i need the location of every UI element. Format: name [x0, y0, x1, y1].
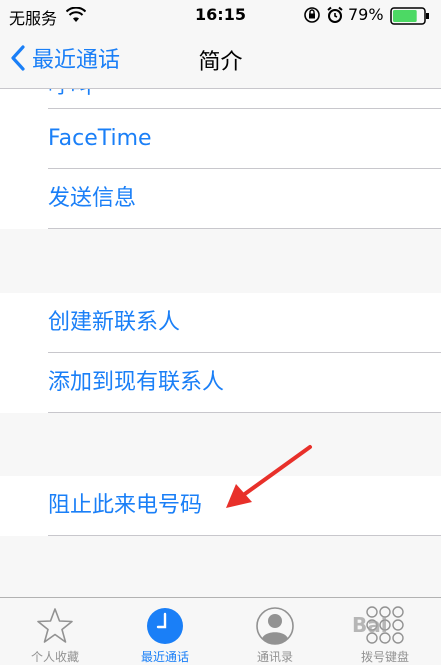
add-existing-contact-row[interactable]: 添加到现有联系人 [48, 353, 441, 413]
clock-icon [147, 608, 183, 644]
tab-contacts[interactable]: 通讯录 [220, 598, 330, 664]
back-button[interactable]: 最近通话 [10, 40, 120, 76]
tab-favorites-label: 个人收藏 [30, 650, 79, 664]
send-message-label: 发送信息 [48, 186, 137, 211]
orientation-lock-icon [303, 6, 321, 28]
block-caller-label: 阻止此来电号码 [48, 493, 203, 518]
action-group-contacts: 创建新联系人 添加到现有联系人 [0, 293, 441, 413]
action-group-block: 阻止此来电号码 [0, 476, 441, 536]
send-message-row[interactable]: 发送信息 [48, 169, 441, 229]
chevron-left-icon [11, 45, 25, 71]
contact-detail-list: 呼叫 FaceTime 发送信息 创建新联系人 添加到现有联系人 阻止此来电号码 [0, 89, 441, 597]
tab-recents[interactable]: 最近通话 [110, 598, 220, 664]
facetime-label: FaceTime [48, 126, 152, 151]
contact-icon [256, 607, 294, 645]
tab-contacts-label: 通讯录 [256, 650, 293, 664]
alarm-icon [326, 6, 344, 28]
navigation-bar: 最近通话 简介 [0, 30, 441, 89]
back-button-label: 最近通话 [32, 48, 121, 73]
facetime-row[interactable]: FaceTime [48, 109, 441, 169]
add-existing-contact-label: 添加到现有联系人 [48, 370, 225, 395]
tab-recents-label: 最近通话 [140, 650, 189, 664]
status-bar: 无服务 16:15 79% [0, 0, 441, 30]
star-icon [37, 608, 73, 643]
call-row[interactable]: 呼叫 [48, 89, 441, 109]
call-row-label: 呼叫 [48, 89, 92, 99]
tab-keypad-label: 拨号键盘 [360, 650, 409, 664]
create-contact-row[interactable]: 创建新联系人 [48, 293, 441, 353]
tab-favorites[interactable]: 个人收藏 [0, 598, 110, 664]
watermark-text: Bai [352, 613, 388, 637]
tab-bar: 个人收藏 最近通话 通讯录 拨号键盘 Bai [0, 597, 441, 664]
action-group-communicate: 呼叫 FaceTime 发送信息 [0, 89, 441, 229]
create-contact-label: 创建新联系人 [48, 310, 181, 335]
annotation-arrow-icon [226, 445, 312, 508]
battery-icon [390, 7, 430, 29]
battery-percent: 79% [348, 5, 384, 24]
